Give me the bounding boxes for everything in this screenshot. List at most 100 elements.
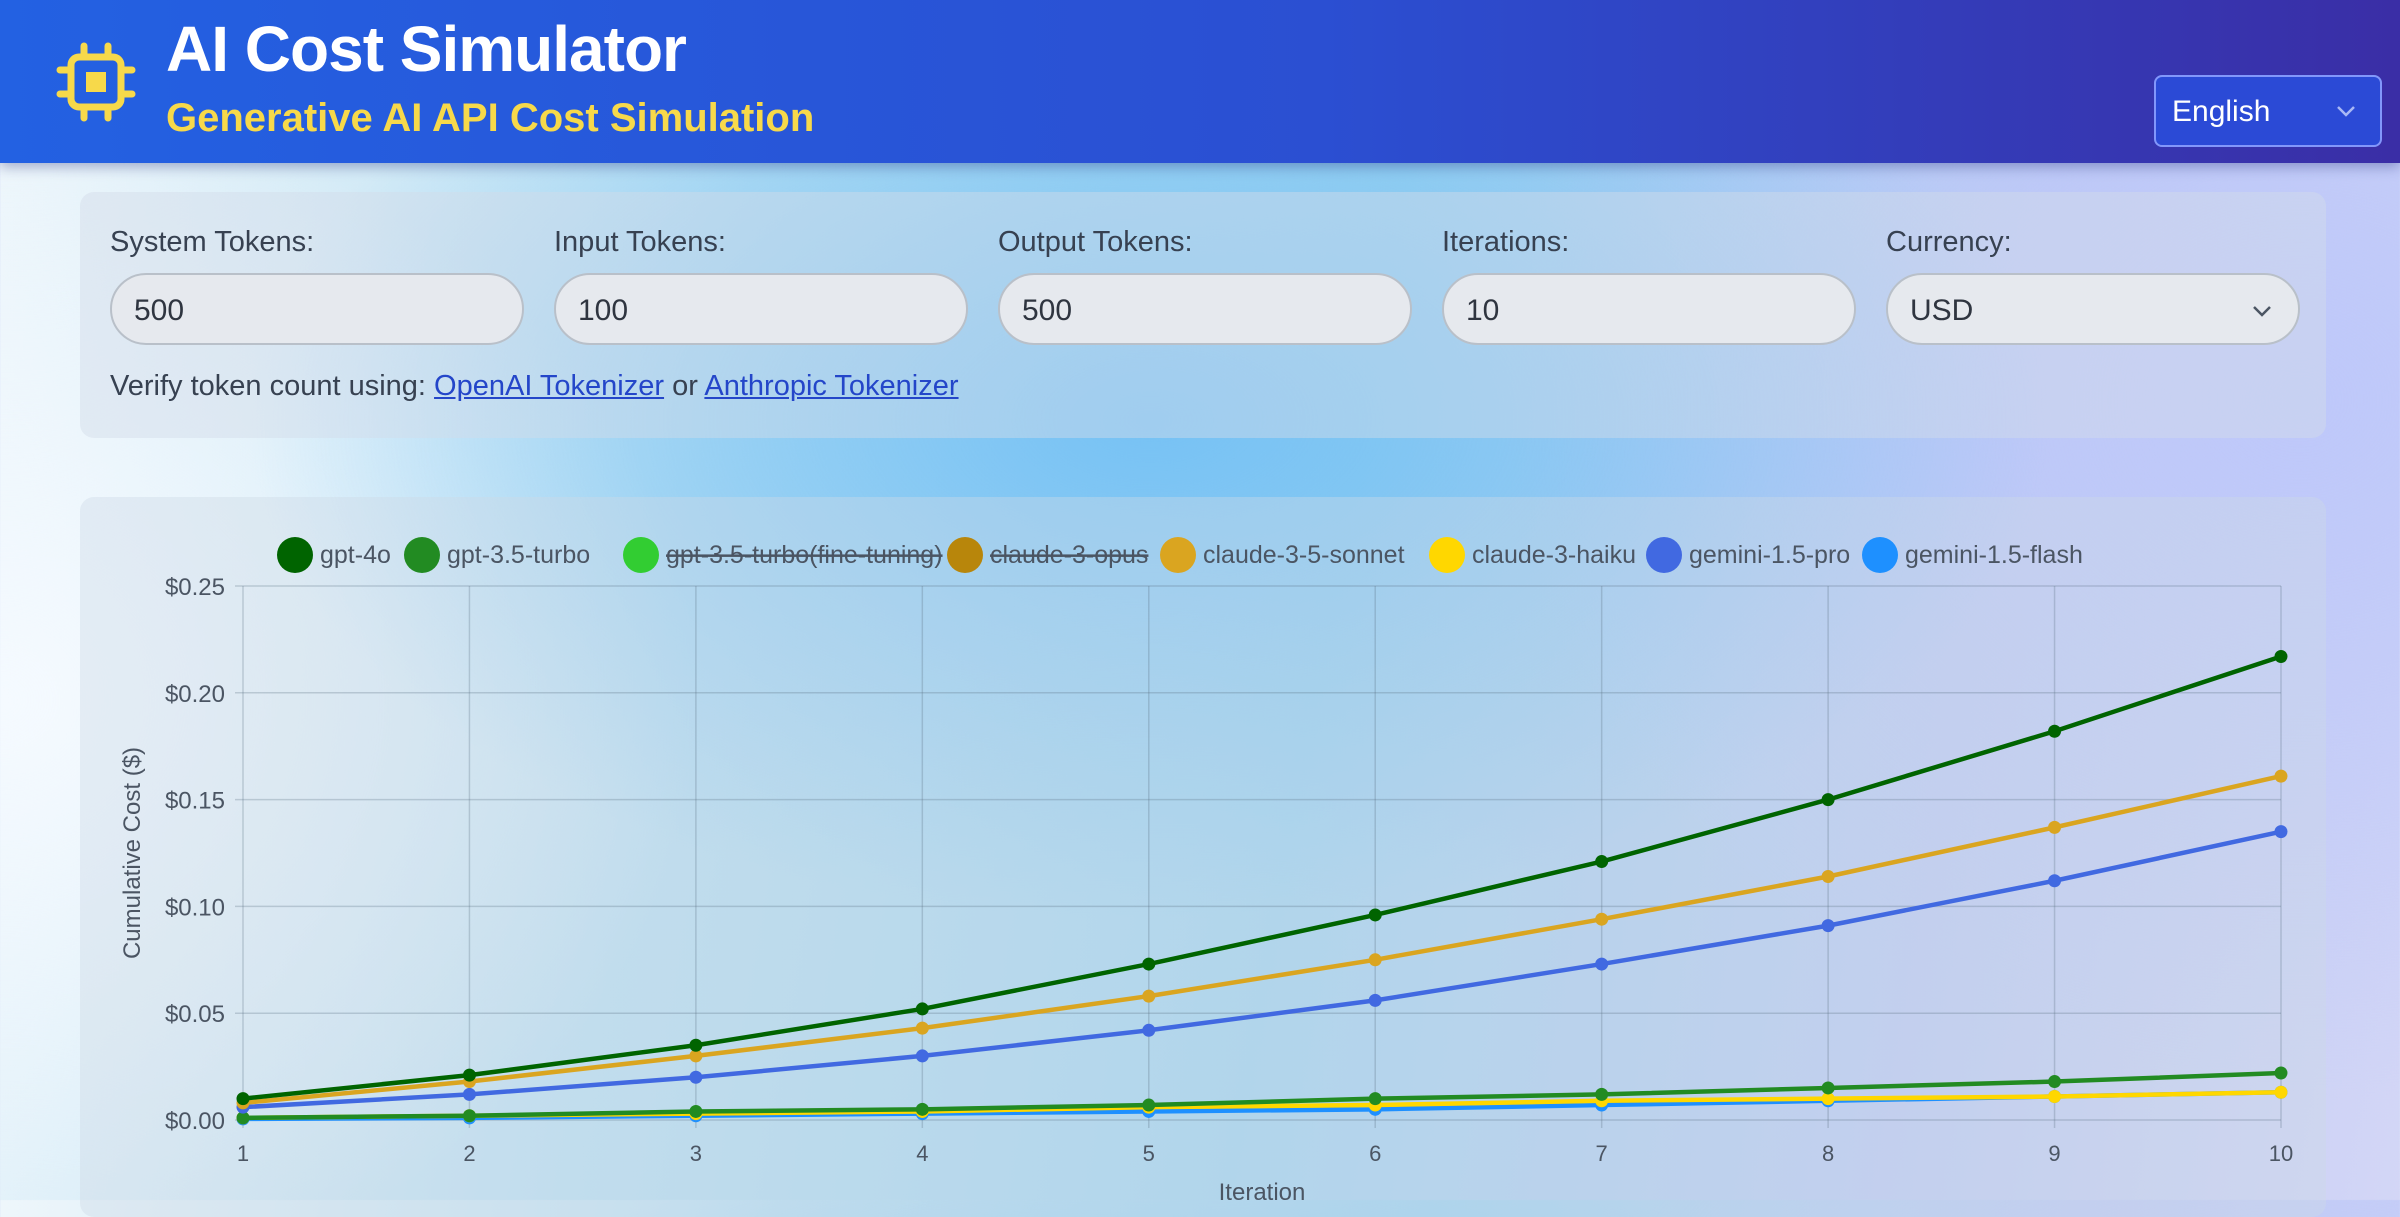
legend-swatch-gpt-3.5-turbo — [404, 537, 440, 573]
language-select[interactable]: English — [2154, 75, 2382, 147]
verify-prefix: Verify token count using: — [110, 370, 426, 402]
x-tick-label: 7 — [1596, 1141, 1608, 1166]
data-point-gpt-3.5-turbo — [1368, 1092, 1382, 1106]
y-tick-label: $0.00 — [165, 1108, 225, 1135]
legend-label-claude-3-haiku: claude-3-haiku — [1472, 541, 1636, 569]
openai-tokenizer-link[interactable]: OpenAI Tokenizer — [434, 370, 664, 402]
iterations-input[interactable]: 10 — [1442, 273, 1856, 345]
data-point-gpt-3.5-turbo — [2274, 1066, 2288, 1080]
data-point-gemini-1.5-pro — [1595, 957, 1609, 971]
data-point-gpt-3.5-turbo — [915, 1102, 929, 1116]
y-axis-title: Cumulative Cost ($) — [119, 747, 146, 959]
legend-label-claude-3-opus: claude-3-opus — [990, 541, 1148, 569]
legend-swatch-gemini-1.5-pro — [1646, 537, 1682, 573]
x-tick-label: 6 — [1369, 1141, 1381, 1166]
output-tokens-field: Output Tokens: 500 — [998, 226, 1412, 345]
system-tokens-label: System Tokens: — [110, 226, 315, 258]
currency-value: USD — [1910, 294, 1974, 327]
x-axis-title: Iteration — [1219, 1179, 1306, 1200]
cost-chart: $0.00 $0.05 $0.10 $0.15 $0.20 $0.25 1 2 3 4 5 6 7 8 9 1… — [119, 537, 2293, 1200]
legend-label-gpt-3.5-turbo(fine-tuning): gpt-3.5-turbo(fine-tuning) — [666, 541, 943, 569]
data-point-gpt-3.5-turbo — [1821, 1081, 1835, 1095]
data-point-gpt-3.5-turbo — [1595, 1087, 1609, 1101]
system-tokens-field: System Tokens: 500 — [110, 226, 524, 345]
input-tokens-field: Input Tokens: 100 — [554, 226, 968, 345]
series-line-gpt-4o — [242, 654, 2282, 1101]
data-point-gemini-1.5-pro — [2274, 825, 2288, 839]
currency-label: Currency: — [1886, 226, 2012, 258]
x-tick-label: 3 — [690, 1141, 702, 1166]
y-tick-label: $0.15 — [165, 788, 225, 815]
legend-label-gpt-3.5-turbo: gpt-3.5-turbo — [447, 541, 590, 569]
legend-label-claude-3-5-sonnet: claude-3-5-sonnet — [1203, 541, 1405, 569]
data-point-claude-3-5-sonnet — [2048, 820, 2062, 834]
data-point-gpt-4o — [2048, 724, 2062, 738]
y-tick-label: $0.10 — [165, 894, 225, 921]
x-tick-label: 4 — [916, 1141, 928, 1166]
legend-swatch-gemini-1.5-flash — [1862, 537, 1898, 573]
legend-swatch-claude-3-5-sonnet — [1160, 537, 1196, 573]
legend-label-gemini-1.5-pro: gemini-1.5-pro — [1689, 541, 1850, 569]
x-tick-label: 8 — [1822, 1141, 1834, 1166]
y-tick-label: $0.20 — [165, 681, 225, 708]
anthropic-tokenizer-link[interactable]: Anthropic Tokenizer — [704, 370, 958, 402]
data-point-claude-3-5-sonnet — [915, 1021, 929, 1035]
legend-label-gemini-1.5-flash: gemini-1.5-flash — [1905, 541, 2083, 569]
data-point-claude-3-haiku — [2274, 1085, 2288, 1099]
verify-text: Verify token count using: OpenAI Tokeniz… — [110, 370, 959, 403]
y-tick-label: $0.25 — [165, 574, 225, 601]
data-point-gpt-4o — [462, 1068, 476, 1082]
chevron-down-icon — [2337, 106, 2355, 117]
data-point-gpt-3.5-turbo — [689, 1104, 703, 1118]
y-tick-label: $0.05 — [165, 1001, 225, 1028]
chart-card: $0.00 $0.05 $0.10 $0.15 $0.20 $0.25 1 2 3 4 5 6 7 8 9 1… — [80, 497, 2326, 1217]
language-value: English — [2172, 95, 2271, 128]
iterations-field: Iterations: 10 — [1442, 226, 1856, 345]
x-tick-label: 9 — [2048, 1141, 2060, 1166]
x-tick-label: 10 — [2269, 1141, 2293, 1166]
system-tokens-input[interactable]: 500 — [110, 273, 524, 345]
data-point-claude-3-haiku — [2048, 1090, 2062, 1104]
data-point-claude-3-5-sonnet — [2274, 769, 2288, 783]
data-point-gpt-4o — [1595, 855, 1609, 869]
output-tokens-input[interactable]: 500 — [998, 273, 1412, 345]
data-point-gpt-4o — [1142, 957, 1156, 971]
currency-select[interactable]: USD — [1886, 273, 2300, 345]
app-header: AI Cost Simulator Generative AI API Cost… — [0, 0, 2400, 163]
input-tokens-label: Input Tokens: — [554, 226, 726, 258]
chip-icon — [56, 42, 136, 122]
x-tick-label: 2 — [463, 1141, 475, 1166]
output-tokens-label: Output Tokens: — [998, 226, 1193, 258]
data-point-gpt-4o — [1821, 793, 1835, 807]
data-point-gemini-1.5-pro — [1142, 1023, 1156, 1037]
data-point-gemini-1.5-pro — [689, 1070, 703, 1084]
settings-panel: System Tokens: 500 Input Tokens: 100 Out… — [80, 192, 2326, 438]
data-point-gpt-3.5-turbo — [1142, 1098, 1156, 1112]
chevron-down-icon — [2253, 306, 2271, 317]
data-point-gemini-1.5-pro — [1821, 919, 1835, 933]
legend-swatch-gpt-4o — [277, 537, 313, 573]
app-title: AI Cost Simulator — [166, 13, 687, 85]
data-point-gemini-1.5-pro — [915, 1049, 929, 1063]
iterations-label: Iterations: — [1442, 226, 1570, 258]
data-point-gemini-1.5-pro — [1368, 993, 1382, 1007]
legend-label-gpt-4o: gpt-4o — [320, 541, 391, 569]
data-point-gpt-4o — [236, 1092, 250, 1106]
input-tokens-input[interactable]: 100 — [554, 273, 968, 345]
data-point-gpt-4o — [689, 1038, 703, 1052]
verify-or: or — [672, 370, 698, 402]
data-point-claude-3-5-sonnet — [1368, 953, 1382, 967]
data-point-gpt-3.5-turbo — [462, 1109, 476, 1123]
legend-swatch-gpt-3.5-turbo(fine-tuning) — [623, 537, 659, 573]
data-point-gpt-4o — [1368, 908, 1382, 922]
currency-field: Currency: USD — [1886, 226, 2300, 345]
data-point-claude-3-5-sonnet — [1821, 869, 1835, 883]
data-point-gpt-4o — [2274, 649, 2288, 663]
data-point-gemini-1.5-pro — [462, 1087, 476, 1101]
data-point-claude-3-5-sonnet — [1595, 912, 1609, 926]
data-point-gpt-3.5-turbo — [2048, 1075, 2062, 1089]
x-tick-label: 5 — [1143, 1141, 1155, 1166]
data-point-gemini-1.5-pro — [2048, 874, 2062, 888]
x-tick-label: 1 — [237, 1141, 249, 1166]
data-point-gpt-4o — [915, 1002, 929, 1016]
